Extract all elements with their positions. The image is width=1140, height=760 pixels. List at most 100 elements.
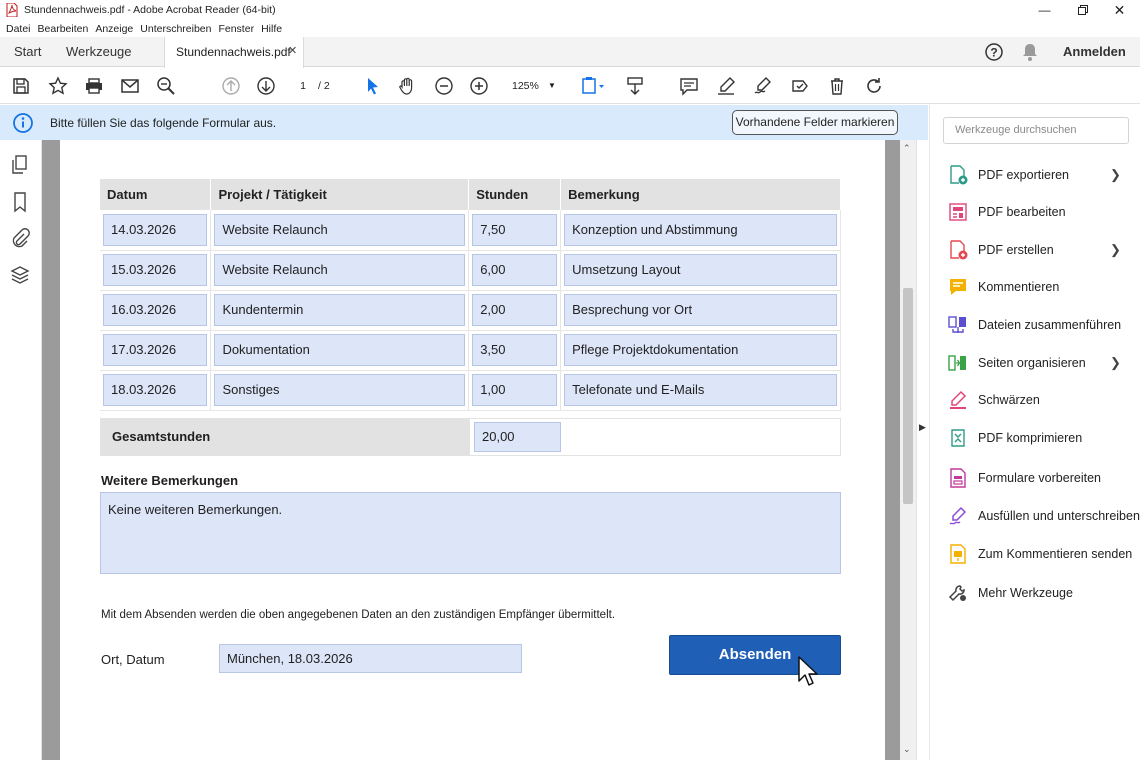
signin-link[interactable]: Anmelden [1063,37,1126,67]
restore-button[interactable] [1064,0,1101,20]
date-field[interactable]: 16.03.2026 [103,294,208,326]
close-button[interactable]: ✕ [1101,0,1138,20]
tool-combine-files[interactable]: Dateien zusammenführen [948,313,1121,337]
tool-more-tools[interactable]: Mehr Werkzeuge [948,581,1073,605]
chevron-right-icon: ❯ [1110,242,1121,257]
restore-icon [1077,5,1088,15]
bookmark-star-icon[interactable] [46,74,70,98]
fill-sign-icon [949,506,967,525]
tool-label: Schwärzen [978,393,1040,407]
date-field[interactable]: 14.03.2026 [103,213,208,246]
note-field[interactable]: Pflege Projektdokumentation [564,334,837,366]
tool-send-for-comments[interactable]: Zum Kommentieren senden [948,542,1132,566]
highlight-pen-icon[interactable] [714,74,738,98]
hours-field[interactable]: 6,00 [472,254,558,286]
tool-prepare-form[interactable]: Formulare vorbereiten [948,466,1101,490]
tool-edit-pdf[interactable]: PDF bearbeiten [948,200,1066,224]
hours-field[interactable]: 1,00 [472,374,558,406]
tab-tools[interactable]: Werkzeuge [66,37,132,67]
tool-comment[interactable]: Kommentieren [948,275,1059,299]
redact-icon [950,390,967,409]
menu-unterschreiben[interactable]: Unterschreiben [140,23,211,35]
menu-datei[interactable]: Datei [6,23,31,35]
save-icon[interactable] [9,74,33,98]
print-icon[interactable] [82,74,106,98]
menu-anzeige[interactable]: Anzeige [95,23,133,35]
tool-export-pdf[interactable]: PDF exportieren ❯ [948,163,1121,187]
menu-bearbeiten[interactable]: Bearbeiten [38,23,89,35]
menu-hilfe[interactable]: Hilfe [261,23,282,35]
scroll-mode-icon[interactable] [623,74,647,98]
page-number-input[interactable]: 1 [290,77,316,95]
tool-create-pdf[interactable]: PDF erstellen ❯ [948,238,1121,262]
tool-label: Mehr Werkzeuge [978,586,1073,600]
note-field[interactable]: Konzeption und Abstimmung [564,213,837,246]
place-date-field[interactable]: München, 18.03.2026 [219,644,522,673]
scroll-up-icon[interactable]: ⌃ [903,143,911,154]
tool-label: Zum Kommentieren senden [978,547,1133,561]
email-icon[interactable] [118,74,142,98]
title-bar: Stundennachweis.pdf - Adobe Acrobat Read… [0,0,1140,20]
fill-sign-tool-icon[interactable] [751,74,775,98]
rotate-icon[interactable] [862,74,886,98]
layers-icon[interactable] [9,264,31,286]
page-thumbnails-icon[interactable] [9,154,31,176]
total-hours-field[interactable]: 20,00 [474,422,561,452]
date-field[interactable]: 17.03.2026 [103,334,208,366]
help-icon[interactable]: ? [984,42,1004,67]
chevron-right-icon: ❯ [1110,167,1121,182]
select-cursor-icon[interactable] [361,74,385,98]
notification-bell-icon[interactable] [1021,42,1039,67]
scrollbar-thumb[interactable] [903,288,913,504]
tool-label: Formulare vorbereiten [978,471,1101,485]
tool-organize-pages[interactable]: Seiten organisieren ❯ [948,351,1121,375]
project-field[interactable]: Website Relaunch [214,213,466,246]
close-tab-icon[interactable]: ✕ [288,44,297,57]
send-icon[interactable] [788,74,812,98]
page-fit-icon[interactable] [578,74,608,98]
vertical-scrollbar[interactable]: ⌃ ⌄ [900,140,916,760]
attachments-paperclip-icon[interactable] [9,227,31,249]
scroll-down-icon[interactable]: ⌄ [903,744,911,755]
tool-label: PDF bearbeiten [978,205,1066,219]
tool-redact[interactable]: Schwärzen [948,388,1040,412]
chevron-right-icon[interactable]: ▶ [919,422,926,433]
tools-search-input[interactable]: Werkzeuge durchsuchen [943,117,1129,144]
comment-tool-icon[interactable] [677,74,701,98]
remarks-textarea[interactable]: Keine weiteren Bemerkungen. [100,492,841,574]
project-field[interactable]: Website Relaunch [214,254,466,286]
hours-field[interactable]: 7,50 [472,213,558,246]
tool-label: PDF erstellen [978,243,1054,257]
column-header-project: Projekt / Tätigkeit [210,179,470,210]
note-field[interactable]: Telefonate und E-Mails [564,374,837,406]
bookmarks-icon[interactable] [9,191,31,213]
tab-start[interactable]: Start [14,37,41,67]
tool-compress-pdf[interactable]: PDF komprimieren [948,426,1082,450]
project-field[interactable]: Dokumentation [214,334,466,366]
project-field[interactable]: Kundentermin [214,294,466,326]
next-page-icon[interactable] [254,74,278,98]
search-zoom-icon[interactable] [154,74,178,98]
minimize-button[interactable]: — [1026,0,1063,20]
hours-field[interactable]: 2,00 [472,294,558,326]
highlight-fields-button[interactable]: Vorhandene Felder markieren [732,110,898,135]
note-field[interactable]: Umsetzung Layout [564,254,837,286]
date-field[interactable]: 15.03.2026 [103,254,208,286]
main-toolbar: 1 / 2 125% ▼ [0,68,1140,104]
form-info-bar: Bitte füllen Sie das folgende Formular a… [0,105,928,140]
hours-field[interactable]: 3,50 [472,334,558,366]
tool-fill-sign[interactable]: Ausfüllen und unterschreiben [948,504,1140,528]
note-field[interactable]: Besprechung vor Ort [564,294,837,326]
project-field[interactable]: Sonstiges [214,374,466,406]
menu-fenster[interactable]: Fenster [218,23,254,35]
zoom-out-icon[interactable] [432,74,456,98]
date-field[interactable]: 18.03.2026 [103,374,208,406]
hand-tool-icon[interactable] [395,74,419,98]
zoom-select[interactable]: 125% ▼ [503,77,561,95]
panel-collapse-strip[interactable]: ▶ [916,140,929,760]
previous-page-icon[interactable] [219,74,243,98]
zoom-in-icon[interactable] [467,74,491,98]
delete-trash-icon[interactable] [825,74,849,98]
zoom-value: 125% [512,80,539,92]
tab-document[interactable]: Stundennachweis.pdf ✕ [164,37,304,68]
